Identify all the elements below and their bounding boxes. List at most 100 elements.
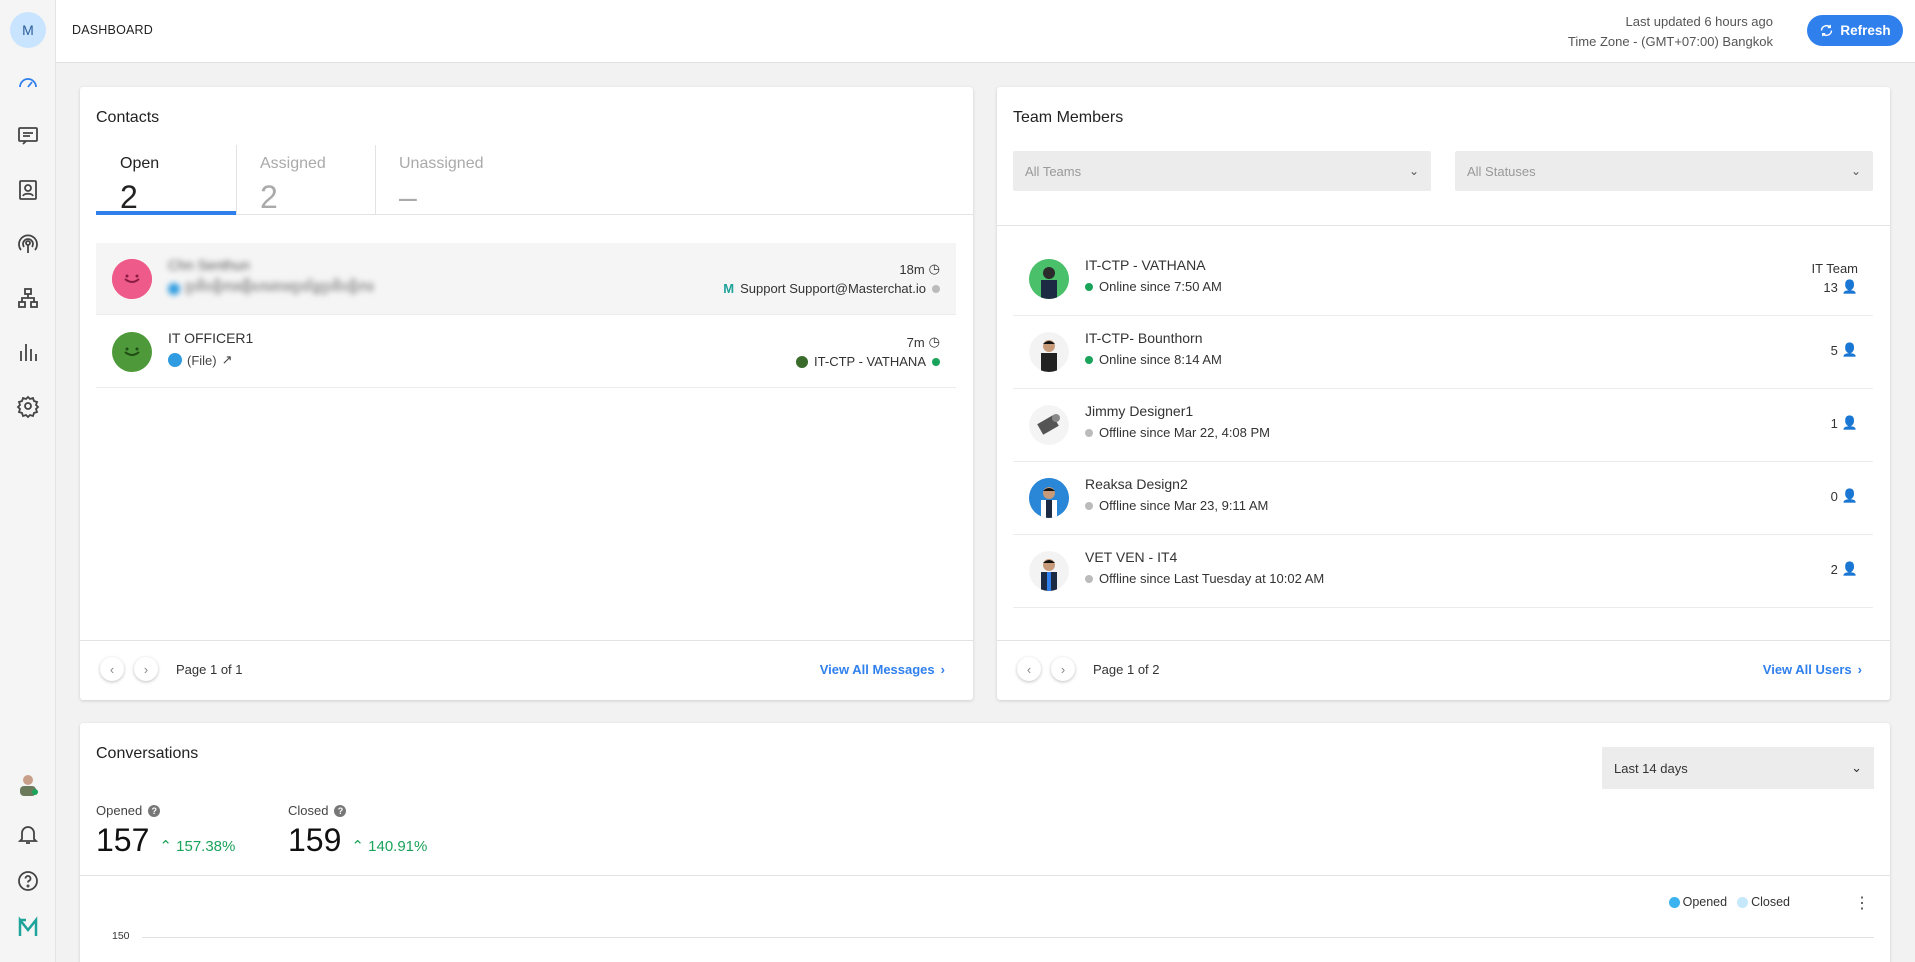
person-icon: 👤 bbox=[1841, 561, 1858, 576]
help-icon[interactable] bbox=[14, 867, 42, 895]
masterchat-agent-icon: M bbox=[723, 281, 735, 296]
member-avatar bbox=[1029, 551, 1069, 591]
member-row[interactable]: IT-CTP - VATHANA Online since 7:50 AM IT… bbox=[1013, 243, 1873, 316]
contact-avatar bbox=[112, 332, 152, 372]
messages-icon[interactable] bbox=[14, 122, 42, 150]
refresh-icon bbox=[1821, 24, 1833, 37]
update-meta: Last updated 6 hours ago Time Zone - (GM… bbox=[1568, 12, 1773, 52]
tab-count: 2 bbox=[260, 179, 278, 215]
trend-up-icon: ⌃ bbox=[351, 838, 364, 855]
more-options-icon[interactable]: ⋮ bbox=[1854, 893, 1870, 913]
external-link-icon[interactable]: ↗ bbox=[222, 352, 233, 368]
person-icon: 👤 bbox=[1841, 279, 1858, 294]
chevron-right-icon: › bbox=[1857, 662, 1862, 677]
period-select[interactable]: Last 14 days ⌄ bbox=[1602, 747, 1874, 789]
chevron-down-icon: ⌄ bbox=[1850, 164, 1861, 178]
closed-label: Closed bbox=[288, 803, 329, 818]
contacts-tabs: Open 2 Assigned 2 Unassigned – bbox=[96, 145, 973, 215]
member-avatar bbox=[1029, 478, 1069, 518]
tab-unassigned[interactable]: Unassigned – bbox=[375, 145, 515, 215]
status-dot bbox=[1085, 501, 1093, 510]
member-contact-count: 5 👤 bbox=[1830, 342, 1858, 358]
member-row[interactable]: IT-CTP- Bounthorn Online since 8:14 AM 5… bbox=[1013, 316, 1873, 389]
status-filter-select[interactable]: All Statuses ⌄ bbox=[1455, 151, 1873, 191]
user-avatar-initial[interactable]: M bbox=[10, 12, 46, 48]
tab-assigned[interactable]: Assigned 2 bbox=[236, 145, 376, 215]
chevron-down-icon: ⌄ bbox=[1408, 164, 1419, 178]
view-all-messages-link[interactable]: View All Messages › bbox=[820, 662, 945, 677]
refresh-button[interactable]: Refresh bbox=[1807, 15, 1903, 46]
status-dot bbox=[1085, 355, 1093, 364]
help-icon[interactable]: ? bbox=[148, 804, 161, 817]
member-avatar bbox=[1029, 405, 1069, 445]
broadcast-icon[interactable] bbox=[14, 230, 42, 258]
tab-label: Assigned bbox=[260, 155, 326, 172]
team-footer: ‹ › Page 1 of 2 View All Users › bbox=[997, 640, 1890, 700]
tab-open[interactable]: Open 2 bbox=[96, 145, 236, 215]
contacts-card: Contacts Open 2 Assigned 2 Unassigned – … bbox=[80, 87, 973, 700]
y-axis-tick: 150 bbox=[112, 930, 130, 942]
opened-change: ⌃ 157.38% bbox=[159, 838, 236, 855]
legend-opened[interactable]: Opened bbox=[1668, 895, 1727, 909]
next-page-button[interactable]: › bbox=[134, 657, 158, 681]
person-icon: 👤 bbox=[1841, 342, 1858, 357]
contact-row[interactable]: Chn Senthun ប្រតិបត្តិការផ្ញើសារតាមប្រព័… bbox=[96, 243, 956, 315]
help-icon[interactable]: ? bbox=[334, 804, 347, 817]
conversations-title: Conversations bbox=[96, 745, 199, 762]
tab-label: Open bbox=[120, 155, 160, 172]
conversations-card: Conversations Last 14 days ⌄ Opened? 157 … bbox=[80, 723, 1890, 962]
view-all-users-link[interactable]: View All Users › bbox=[1763, 662, 1862, 677]
member-row[interactable]: Jimmy Designer1 Offline since Mar 22, 4:… bbox=[1013, 389, 1873, 462]
masterchat-logo[interactable] bbox=[14, 914, 42, 942]
clock-icon: ◷ bbox=[928, 261, 940, 276]
tab-count: – bbox=[399, 179, 417, 215]
workflows-icon[interactable] bbox=[14, 284, 42, 312]
closed-change: ⌃ 140.91% bbox=[351, 838, 428, 855]
member-status: Offline since Mar 23, 9:11 AM bbox=[1085, 498, 1268, 513]
refresh-label: Refresh bbox=[1840, 23, 1891, 38]
status-dot bbox=[1085, 428, 1093, 437]
settings-icon[interactable] bbox=[14, 392, 42, 420]
opened-label: Opened bbox=[96, 803, 143, 818]
member-name: IT-CTP- Bounthorn bbox=[1085, 330, 1203, 346]
contact-last-message: (File) ↗ bbox=[168, 352, 233, 368]
bell-icon[interactable] bbox=[14, 820, 42, 848]
contacts-footer: ‹ › Page 1 of 1 View All Messages › bbox=[80, 640, 973, 700]
member-name: IT-CTP - VATHANA bbox=[1085, 257, 1206, 273]
opened-stat: Opened? 157 ⌃ 157.38% bbox=[96, 803, 235, 859]
prev-page-button[interactable]: ‹ bbox=[100, 657, 124, 681]
next-page-button[interactable]: › bbox=[1051, 657, 1075, 681]
chart-gridline bbox=[142, 937, 1874, 938]
person-icon: 👤 bbox=[1841, 415, 1858, 430]
member-contact-count: 2 👤 bbox=[1830, 561, 1858, 577]
top-bar: DASHBOARD Last updated 6 hours ago Time … bbox=[56, 0, 1915, 63]
member-team: IT Team bbox=[1811, 261, 1858, 276]
contact-name: Chn Senthun bbox=[168, 257, 250, 273]
reports-icon[interactable] bbox=[14, 338, 42, 366]
chevron-down-icon: ⌄ bbox=[1851, 760, 1862, 775]
tab-count: 2 bbox=[120, 179, 138, 215]
page-title: DASHBOARD bbox=[72, 23, 153, 37]
member-contact-count: 13 👤 bbox=[1823, 279, 1858, 295]
contact-last-message: ប្រតិបត្តិការផ្ញើសារតាមប្រព័ន្ធប្រតិបត្ត… bbox=[168, 279, 374, 298]
contact-row[interactable]: IT OFFICER1 (File) ↗ 7m ◷ IT-CTP - VATHA… bbox=[96, 316, 956, 388]
status-dot bbox=[932, 284, 940, 293]
member-name: VET VEN - IT4 bbox=[1085, 549, 1178, 565]
contacts-icon[interactable] bbox=[14, 176, 42, 204]
dashboard-icon[interactable] bbox=[14, 69, 42, 97]
member-status: Offline since Mar 22, 4:08 PM bbox=[1085, 425, 1270, 440]
member-status: Online since 7:50 AM bbox=[1085, 279, 1222, 294]
team-filter-select[interactable]: All Teams ⌄ bbox=[1013, 151, 1431, 191]
member-row[interactable]: VET VEN - IT4 Offline since Last Tuesday… bbox=[1013, 535, 1873, 608]
timezone-text: Time Zone - (GMT+07:00) Bangkok bbox=[1567, 34, 1773, 49]
chart-legend: Opened Closed bbox=[1668, 895, 1790, 909]
page-indicator: Page 1 of 1 bbox=[176, 662, 243, 677]
member-status: Online since 8:14 AM bbox=[1085, 352, 1222, 367]
member-status: Offline since Last Tuesday at 10:02 AM bbox=[1085, 571, 1324, 586]
member-avatar bbox=[1029, 259, 1069, 299]
telegram-icon bbox=[168, 282, 180, 295]
prev-page-button[interactable]: ‹ bbox=[1017, 657, 1041, 681]
user-avatar[interactable] bbox=[14, 770, 42, 798]
member-row[interactable]: Reaksa Design2 Offline since Mar 23, 9:1… bbox=[1013, 462, 1873, 535]
legend-closed[interactable]: Closed bbox=[1737, 895, 1790, 909]
